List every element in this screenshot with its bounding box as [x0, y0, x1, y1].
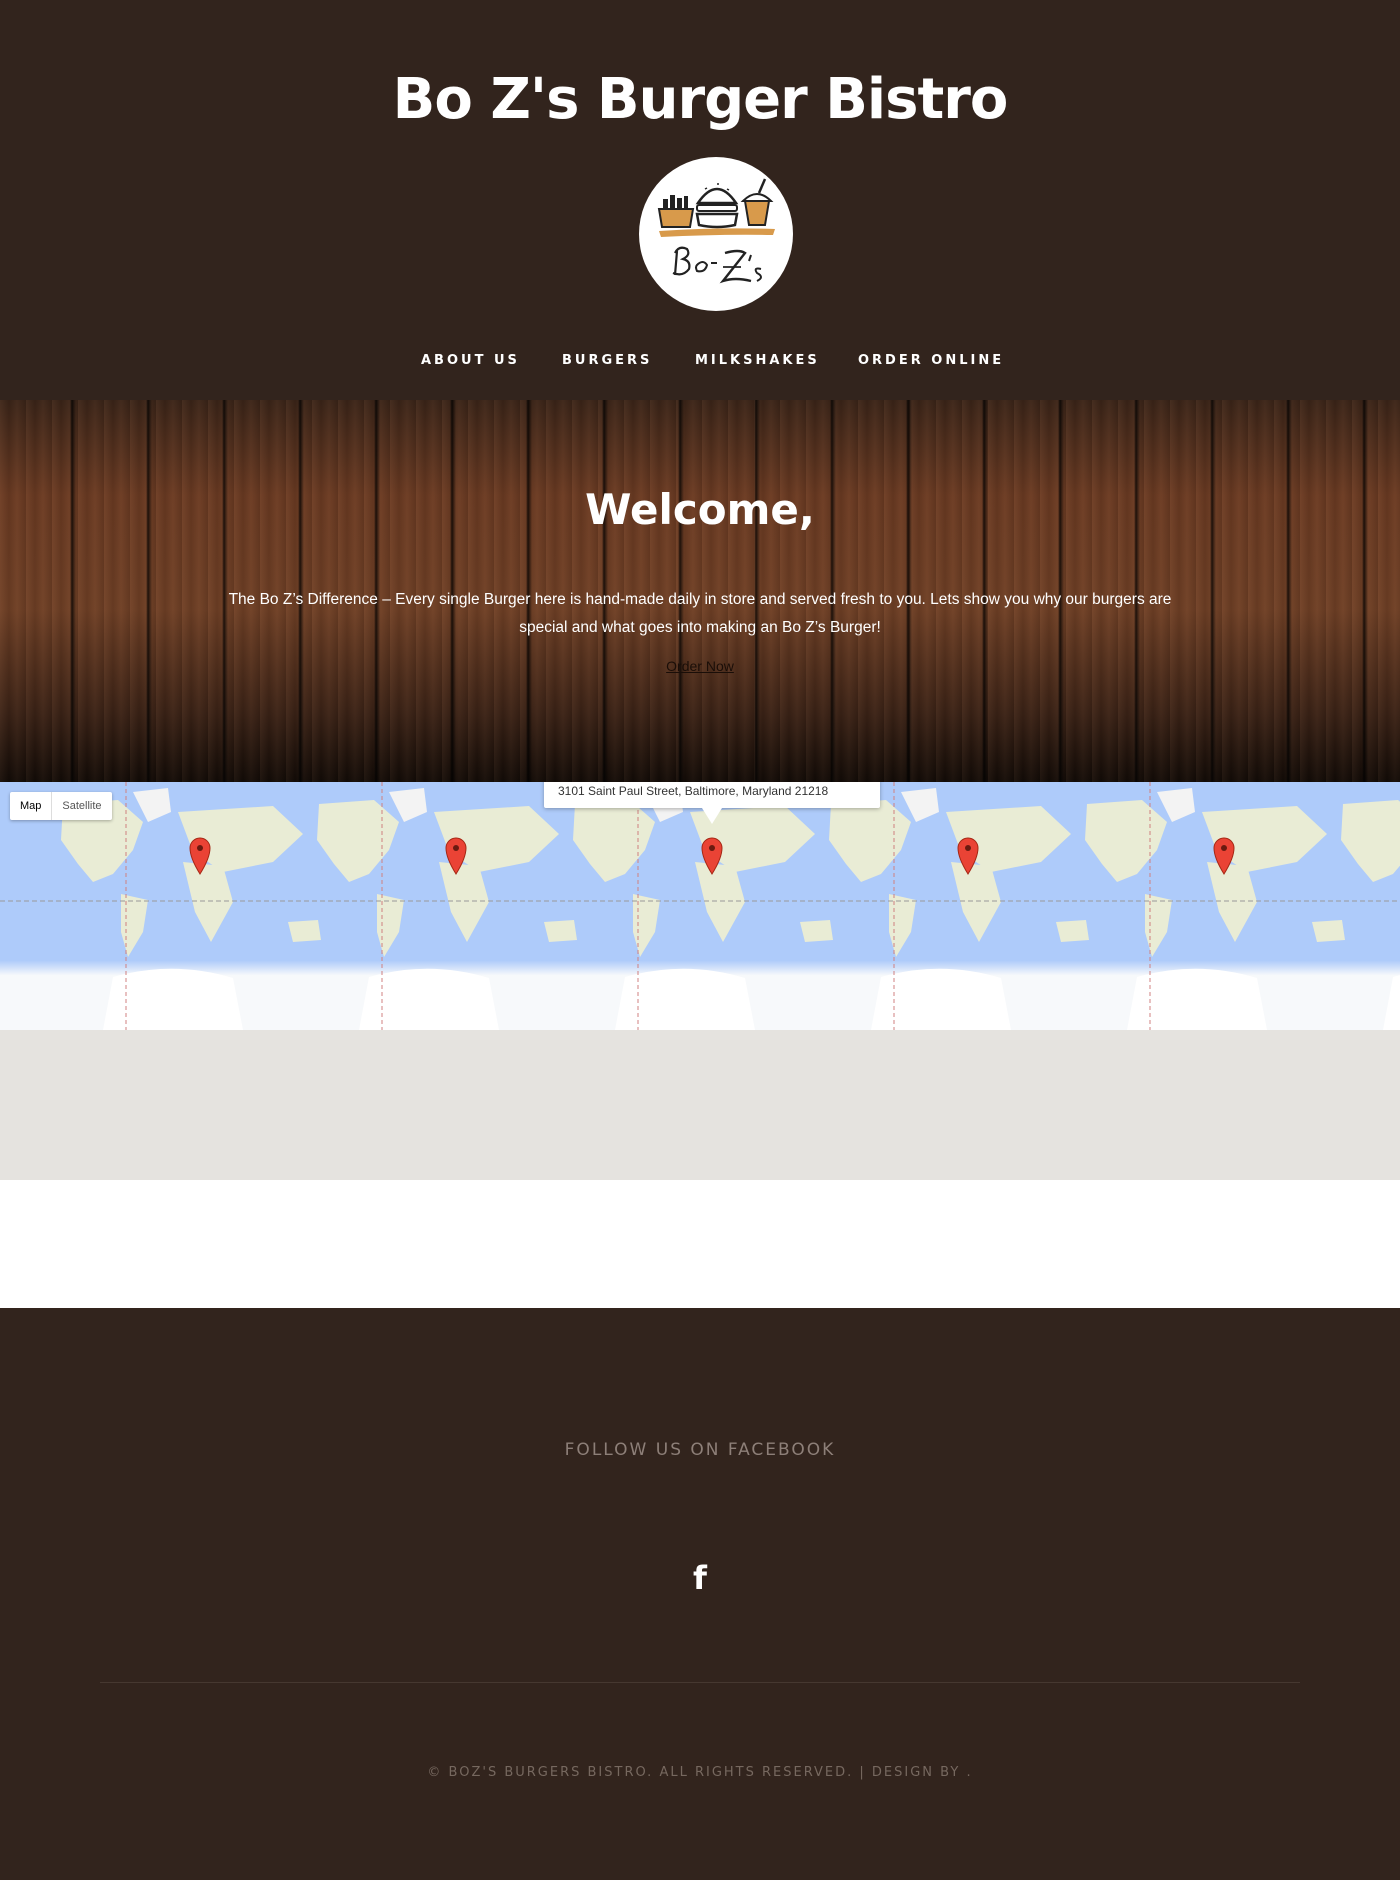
content-spacer [0, 1180, 1400, 1308]
site-logo[interactable] [639, 157, 793, 311]
nav-milkshakes[interactable]: MILKSHAKES [695, 350, 820, 372]
site-footer: FOLLOW US ON FACEBOOK f © BOZ'S BURGERS … [0, 1308, 1400, 1880]
map-type-satellite-button[interactable]: Satellite [52, 792, 111, 820]
map-info-address: 3101 Saint Paul Street, Baltimore, Maryl… [558, 784, 829, 798]
hero-title: Welcome, [585, 485, 815, 534]
main-nav: ABOUT US BURGERS MILKSHAKES ORDER ONLINE [0, 350, 1400, 374]
nav-burgers[interactable]: BURGERS [562, 350, 652, 372]
site-header: Bo Z's Burger Bistro ABOUT US BURGERS MI… [0, 0, 1400, 400]
nav-about-us[interactable]: ABOUT US [421, 350, 520, 372]
hero-section: Welcome, The Bo Z’s Difference – Every s… [0, 400, 1400, 782]
footer-divider [100, 1682, 1300, 1683]
fries-icon [657, 195, 695, 228]
follow-us-heading: FOLLOW US ON FACEBOOK [564, 1440, 836, 1460]
copyright-text: © BOZ'S BURGERS BISTRO. ALL RIGHTS RESER… [427, 1765, 973, 1780]
map-info-window: 3101 Saint Paul Street, Baltimore, Maryl… [544, 782, 880, 808]
info-window-tail [702, 808, 722, 824]
facebook-icon[interactable]: f [686, 1558, 714, 1598]
map-empty-area [0, 1030, 1400, 1180]
map-type-map-button[interactable]: Map [10, 792, 53, 820]
hero-text: The Bo Z’s Difference – Every single Bur… [228, 591, 1172, 636]
world-map-tiles[interactable] [0, 782, 1400, 1030]
order-now-link[interactable]: Order Now [666, 658, 734, 674]
burger-icon [695, 183, 739, 229]
logo-illustration [657, 178, 775, 284]
location-map[interactable]: Map Satellite 3101 Saint Paul Street, Ba… [0, 782, 1400, 1030]
map-type-control: Map Satellite [10, 792, 112, 820]
nav-order-online[interactable]: ORDER ONLINE [858, 350, 1004, 372]
site-title[interactable]: Bo Z's Burger Bistro [0, 62, 1400, 138]
drink-icon [740, 178, 774, 226]
